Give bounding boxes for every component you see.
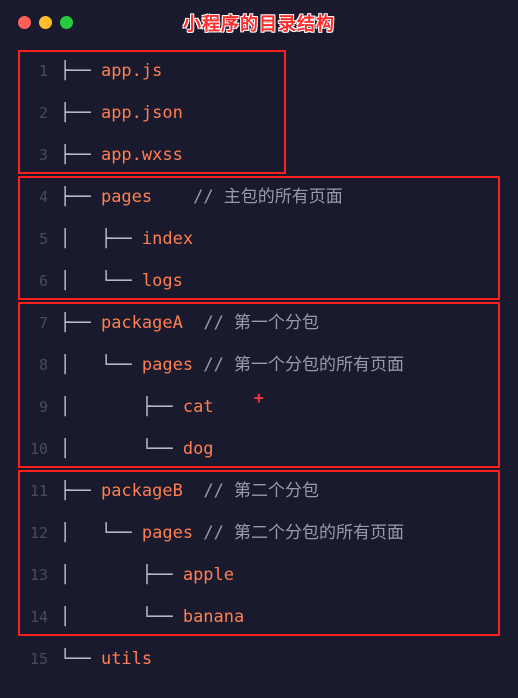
close-icon[interactable] [18, 16, 31, 29]
code-line: 7├── packageA // 第一个分包 [14, 302, 504, 344]
line-content: └── utils [60, 651, 152, 668]
line-content: │ └── banana [60, 609, 244, 626]
line-content: │ └── pages // 第一个分包的所有页面 [60, 357, 404, 374]
line-number: 9 [14, 400, 60, 415]
titlebar: 小程序的目录结构 [14, 10, 504, 36]
code-area: + 1├── app.js2├── app.json3├── app.wxss4… [14, 46, 504, 680]
line-content: │ └── dog [60, 441, 214, 458]
line-number: 2 [14, 106, 60, 121]
code-line: 3├── app.wxss [14, 134, 504, 176]
line-content: │ ├── apple [60, 567, 234, 584]
line-number: 7 [14, 316, 60, 331]
plus-annotation: + [254, 388, 264, 407]
line-number: 12 [14, 526, 60, 541]
line-number: 10 [14, 442, 60, 457]
code-line: 14│ └── banana [14, 596, 504, 638]
line-number: 1 [14, 64, 60, 79]
code-line: 2├── app.json [14, 92, 504, 134]
line-content: ├── packageA // 第一个分包 [60, 315, 319, 332]
minimize-icon[interactable] [39, 16, 52, 29]
line-number: 3 [14, 148, 60, 163]
line-content: │ └── pages // 第二个分包的所有页面 [60, 525, 404, 542]
code-line: 6│ └── logs [14, 260, 504, 302]
code-line: 5│ ├── index [14, 218, 504, 260]
line-number: 14 [14, 610, 60, 625]
code-window: 小程序的目录结构 + 1├── app.js2├── app.json3├── … [0, 0, 518, 698]
code-line: 10│ └── dog [14, 428, 504, 470]
line-number: 13 [14, 568, 60, 583]
line-content: ├── packageB // 第二个分包 [60, 483, 319, 500]
code-line: 13│ ├── apple [14, 554, 504, 596]
code-line: 12│ └── pages // 第二个分包的所有页面 [14, 512, 504, 554]
line-content: ├── app.js [60, 63, 162, 80]
code-line: 11├── packageB // 第二个分包 [14, 470, 504, 512]
line-number: 11 [14, 484, 60, 499]
code-line: 1├── app.js [14, 50, 504, 92]
line-number: 6 [14, 274, 60, 289]
code-line: 8│ └── pages // 第一个分包的所有页面 [14, 344, 504, 386]
line-number: 15 [14, 652, 60, 667]
line-content: ├── pages // 主包的所有页面 [60, 189, 343, 206]
line-number: 8 [14, 358, 60, 373]
line-content: │ ├── index [60, 231, 193, 248]
window-title: 小程序的目录结构 [14, 10, 504, 36]
line-content: │ └── logs [60, 273, 183, 290]
line-number: 4 [14, 190, 60, 205]
code-line: 4├── pages // 主包的所有页面 [14, 176, 504, 218]
line-content: ├── app.wxss [60, 147, 183, 164]
maximize-icon[interactable] [60, 16, 73, 29]
line-content: ├── app.json [60, 105, 183, 122]
line-number: 5 [14, 232, 60, 247]
window-controls [18, 16, 73, 29]
code-line: 15└── utils [14, 638, 504, 680]
line-content: │ ├── cat [60, 399, 214, 416]
